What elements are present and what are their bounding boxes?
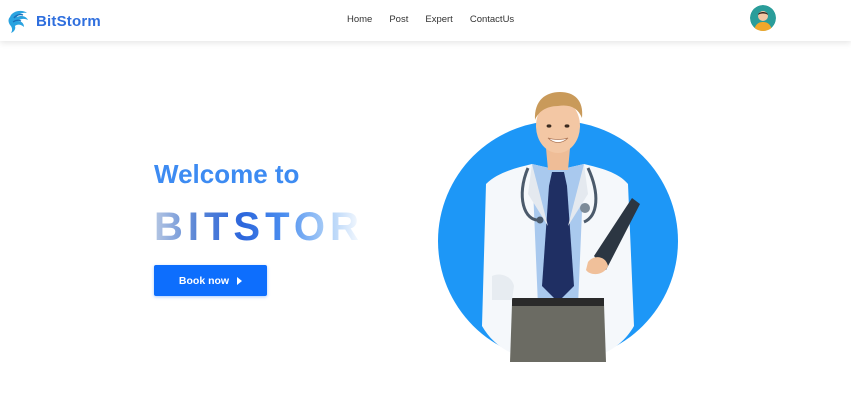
book-now-button[interactable]: Book now: [154, 265, 267, 296]
nav-item-post[interactable]: Post: [389, 14, 408, 25]
nav-item-home[interactable]: Home: [347, 14, 372, 25]
book-now-label: Book now: [178, 274, 230, 287]
nav-item-expert[interactable]: Expert: [425, 14, 452, 25]
nav-item-contactus[interactable]: ContactUs: [470, 14, 514, 25]
user-avatar[interactable]: [750, 5, 776, 31]
brand-logo[interactable]: BitStorm: [6, 8, 101, 34]
storm-logo-icon: [8, 10, 28, 33]
navbar: BitStorm Home Post Expert ContactUs: [0, 0, 851, 41]
hero-title: Welcome to: [154, 159, 300, 189]
user-avatar-icon: [750, 5, 776, 31]
hero-brand-text: BITSTORM: [154, 205, 364, 249]
caret-right-icon: [237, 276, 243, 285]
brand-name: BitStorm: [36, 12, 101, 30]
doctor-illustration: [428, 86, 688, 366]
main-nav: Home Post Expert ContactUs: [347, 14, 514, 25]
doctor-image: [438, 92, 678, 362]
